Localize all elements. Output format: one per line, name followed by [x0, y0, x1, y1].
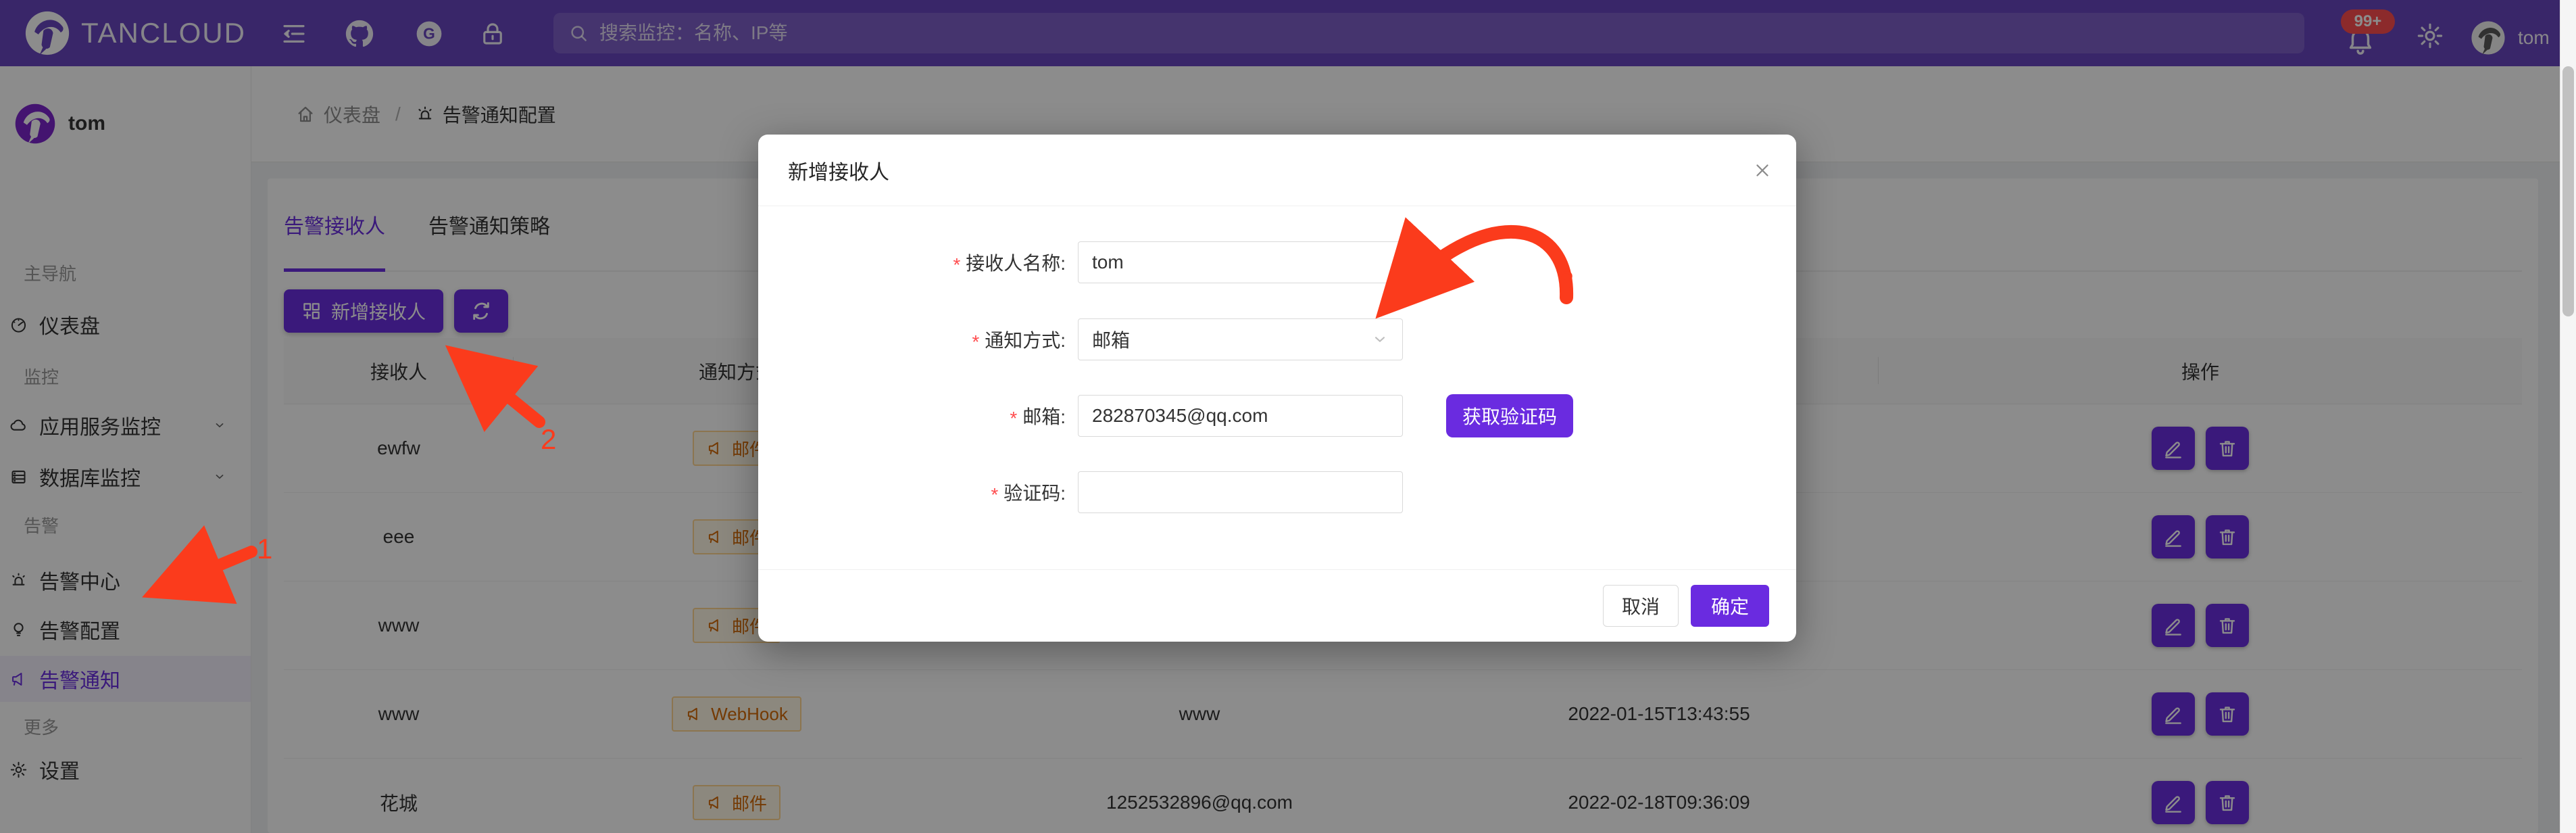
field-email: * 邮箱: 获取验证码: [758, 394, 1573, 437]
field-receiver-name: * 接收人名称:: [758, 241, 1403, 284]
required-mark: *: [991, 484, 998, 506]
ok-button[interactable]: 确定: [1691, 585, 1769, 627]
close-icon: [1752, 160, 1773, 181]
modal-footer: 取消 确定: [758, 569, 1796, 642]
get-verify-code-button[interactable]: 获取验证码: [1446, 394, 1573, 437]
required-mark: *: [972, 331, 979, 353]
receiver-name-input[interactable]: [1078, 241, 1403, 283]
add-receiver-modal: 新增接收人 * 接收人名称: * 通知方式: 邮箱 * 邮: [758, 135, 1796, 642]
field-notice-method: * 通知方式: 邮箱: [758, 318, 1403, 361]
select-chevron-icon: [1371, 331, 1389, 348]
modal-header: 新增接收人: [758, 135, 1796, 206]
email-input[interactable]: [1078, 395, 1403, 437]
field-verify-code: * 验证码:: [758, 471, 1403, 514]
notice-method-select[interactable]: 邮箱: [1078, 318, 1403, 360]
verify-code-input[interactable]: [1078, 471, 1403, 513]
required-mark: *: [953, 254, 960, 276]
modal-title: 新增接收人: [788, 156, 889, 185]
page-scrollbar[interactable]: [2560, 0, 2576, 833]
modal-close-button[interactable]: [1748, 156, 1777, 185]
app-root: TANCLOUD G 99+ tom tom 主导航: [0, 0, 2576, 833]
required-mark: *: [1010, 408, 1017, 429]
cancel-button[interactable]: 取消: [1603, 585, 1679, 627]
scrollbar-thumb[interactable]: [2562, 66, 2574, 316]
